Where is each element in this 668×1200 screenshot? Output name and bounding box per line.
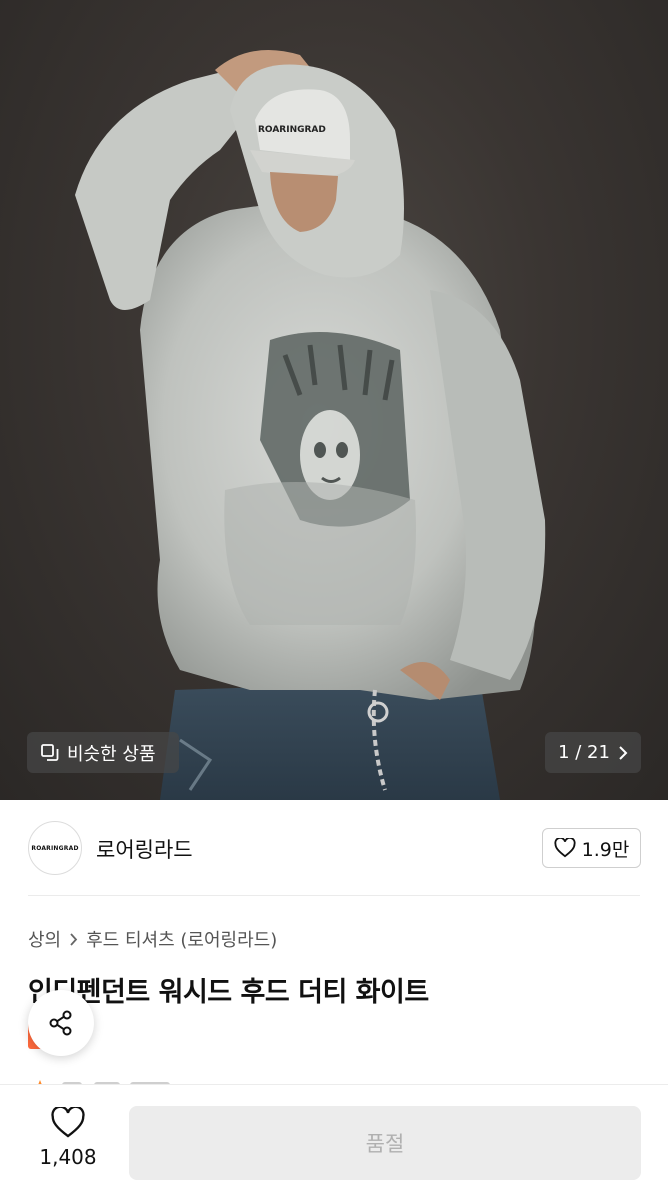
brand-row: ROARINGRAD 로어링라드 1.9만 <box>0 800 668 896</box>
cap-logo-text: ROARINGRAD <box>258 125 326 135</box>
heart-icon <box>51 1107 85 1138</box>
brand-name[interactable]: 로어링라드 <box>96 834 193 864</box>
image-pager[interactable]: 1 / 21 <box>545 732 641 773</box>
brand-logo[interactable]: ROARINGRAD <box>28 821 82 875</box>
chevron-right-icon <box>619 745 628 760</box>
share-button[interactable] <box>28 990 94 1056</box>
bottom-action-bar: 1,408 품절 <box>0 1084 668 1200</box>
product-title: 인디펜던트 워시드 후드 더티 화이트 <box>28 977 429 1008</box>
wishlist-count: 1,408 <box>39 1145 97 1169</box>
product-image[interactable]: ROARINGRAD 비슷한 상품 1 / 21 <box>0 0 668 800</box>
similar-items-icon <box>41 743 59 761</box>
breadcrumb-category[interactable]: 상의 <box>28 926 61 952</box>
similar-products-button[interactable]: 비슷한 상품 <box>27 732 179 773</box>
brand-like-button[interactable]: 1.9만 <box>542 828 641 868</box>
breadcrumb: 상의 후드 티셔츠 (로어링라드) <box>28 926 277 952</box>
wishlist-button[interactable]: 1,408 <box>28 1107 108 1177</box>
divider <box>28 895 640 896</box>
share-icon <box>49 1010 72 1036</box>
breadcrumb-subcategory[interactable]: 후드 티셔츠 (로어링라드) <box>86 926 277 952</box>
heart-icon <box>554 838 576 858</box>
chevron-right-icon <box>70 932 78 946</box>
hoodie-model-photo: ROARINGRAD <box>75 50 546 800</box>
brand-logo-text: ROARINGRAD <box>31 844 79 852</box>
sold-out-button: 품절 <box>129 1106 641 1180</box>
brand-like-count: 1.9만 <box>581 838 630 861</box>
image-pager-count: 1 / 21 <box>558 742 610 763</box>
similar-products-label: 비슷한 상품 <box>67 743 156 765</box>
